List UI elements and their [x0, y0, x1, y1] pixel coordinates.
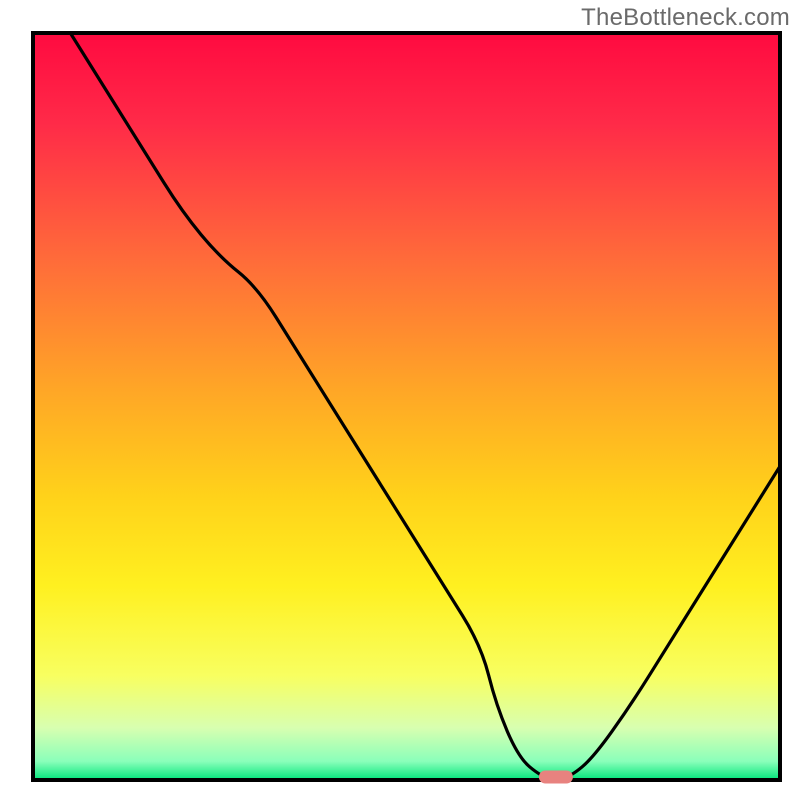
- bottleneck-chart: [0, 0, 800, 800]
- watermark-text: TheBottleneck.com: [581, 4, 790, 32]
- chart-container: TheBottleneck.com: [0, 0, 800, 800]
- plot-background: [33, 33, 780, 780]
- optimal-point-marker: [539, 771, 573, 784]
